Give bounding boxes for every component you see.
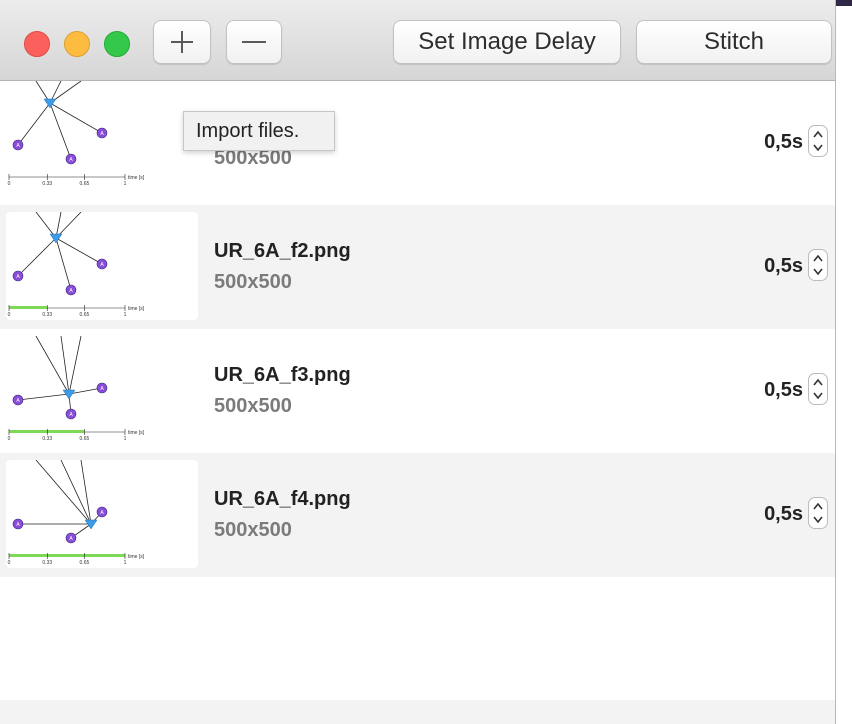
agent-marker — [43, 98, 57, 109]
edge-line — [68, 336, 82, 395]
set-image-delay-label: Set Image Delay — [418, 28, 596, 55]
delay-stepper[interactable] — [808, 373, 828, 405]
app-window: Set Image Delay Stitch A A A 0 0.33 0.65 1 time… — [0, 0, 836, 724]
list-footer — [0, 700, 835, 724]
time-tick-label: 0.33 — [42, 436, 52, 442]
toolbar: Set Image Delay Stitch — [0, 0, 835, 81]
delay-value: 0,5s — [764, 255, 803, 277]
delay-value: 0,5s — [764, 131, 803, 153]
edge-line — [49, 102, 103, 134]
time-tick-label: 0.33 — [42, 560, 52, 566]
set-image-delay-button[interactable]: Set Image Delay — [393, 20, 621, 64]
time-tick-label: 0 — [8, 181, 11, 187]
image-thumbnail: A A A 0 0.33 0.65 1 time [s] — [6, 460, 198, 568]
close-window-button[interactable] — [24, 31, 50, 57]
minus-icon — [242, 41, 266, 43]
time-tick-label: 0 — [8, 560, 11, 566]
time-tick-label: 0.65 — [80, 436, 90, 442]
file-name: UR_6A_f4.png — [214, 488, 351, 510]
file-name: UR_6A_f3.png — [214, 364, 351, 386]
delay-stepper[interactable] — [808, 249, 828, 281]
stitch-button[interactable]: Stitch — [636, 20, 832, 64]
delay-value: 0,5s — [764, 503, 803, 525]
time-tick-label: 0.33 — [42, 181, 52, 187]
image-list-item[interactable]: A A A 0 0.33 0.65 1 time [s] UR_6A_f4.png 500x5… — [0, 453, 835, 577]
stepper-arrows-icon — [813, 130, 823, 152]
edge-line — [17, 102, 51, 146]
agent-marker — [84, 519, 98, 530]
image-thumbnail: A A A 0 0.33 0.65 1 time [s] — [6, 212, 198, 320]
time-progress-bar — [9, 430, 85, 433]
image-list-item[interactable]: AAA00.330.651time [s] ng 500x500 0,5s — [0, 81, 835, 205]
time-axis-label: time [s] — [128, 554, 145, 560]
plus-icon — [171, 31, 193, 53]
delay-stepper[interactable] — [808, 125, 828, 157]
add-files-button[interactable] — [153, 20, 211, 64]
time-tick-label: 1 — [124, 181, 127, 187]
time-tick-label: 1 — [124, 312, 127, 318]
image-list-item[interactable]: A A A 0 0.33 0.65 1 time [s] UR_6A_f3.png 500x5… — [0, 329, 835, 453]
time-axis-label: time [s] — [128, 175, 145, 181]
thumbnail-graph: AAA0 0.33 0.65 1time [s] — [8, 460, 145, 566]
thumbnail-graph: AAA0 0.33 0.65 1time [s] — [8, 81, 145, 187]
time-tick-label: 0.65 — [80, 181, 90, 187]
stitch-label: Stitch — [703, 28, 765, 55]
zoom-window-button[interactable] — [104, 31, 130, 57]
file-name: UR_6A_f2.png — [214, 240, 351, 262]
time-tick-label: 0.65 — [80, 560, 90, 566]
file-dimensions: 500x500 — [214, 271, 292, 293]
delay-stepper[interactable] — [808, 497, 828, 529]
delay-value: 0,5s — [764, 379, 803, 401]
stepper-arrows-icon — [813, 254, 823, 276]
time-tick-label: 1 — [124, 436, 127, 442]
edge-line — [17, 393, 70, 401]
thumbnail-graph: AAA0 0.33 0.65 1time [s] — [8, 212, 145, 318]
time-axis-label: time [s] — [128, 430, 145, 436]
file-dimensions: 500x500 — [214, 519, 292, 541]
tooltip: Import files. — [183, 111, 335, 151]
time-tick-label: 0.65 — [80, 312, 90, 318]
image-thumbnail: A A A 0 0.33 0.65 1 time [s] — [6, 336, 198, 444]
time-tick-label: 0 — [8, 436, 11, 442]
edge-line — [35, 336, 70, 395]
file-dimensions: 500x500 — [214, 395, 292, 417]
edge-line — [17, 237, 57, 277]
time-tick-label: 0 — [8, 312, 11, 318]
image-thumbnail: A A A 0 0.33 0.65 1 time [s] — [6, 81, 198, 189]
edge-line — [60, 460, 92, 525]
tooltip-text: Import files. — [196, 120, 300, 142]
stepper-arrows-icon — [813, 502, 823, 524]
edge-line — [49, 102, 72, 160]
time-progress-bar — [9, 306, 48, 309]
stepper-arrows-icon — [813, 378, 823, 400]
edge-line — [55, 237, 72, 291]
minimize-window-button[interactable] — [64, 31, 90, 57]
edge-line — [60, 336, 70, 395]
time-axis-label: time [s] — [128, 306, 145, 312]
edge-line — [55, 237, 103, 265]
image-list-item[interactable]: A A A 0 0.33 0.65 1 time [s] UR_6A_f2.png 500x5… — [0, 205, 835, 329]
time-tick-label: 0.33 — [42, 312, 52, 318]
time-progress-bar — [9, 554, 125, 557]
time-tick-label: 1 — [124, 560, 127, 566]
thumbnail-graph: AAA0 0.33 0.65 1time [s] — [8, 336, 145, 442]
remove-files-button[interactable] — [226, 20, 282, 64]
